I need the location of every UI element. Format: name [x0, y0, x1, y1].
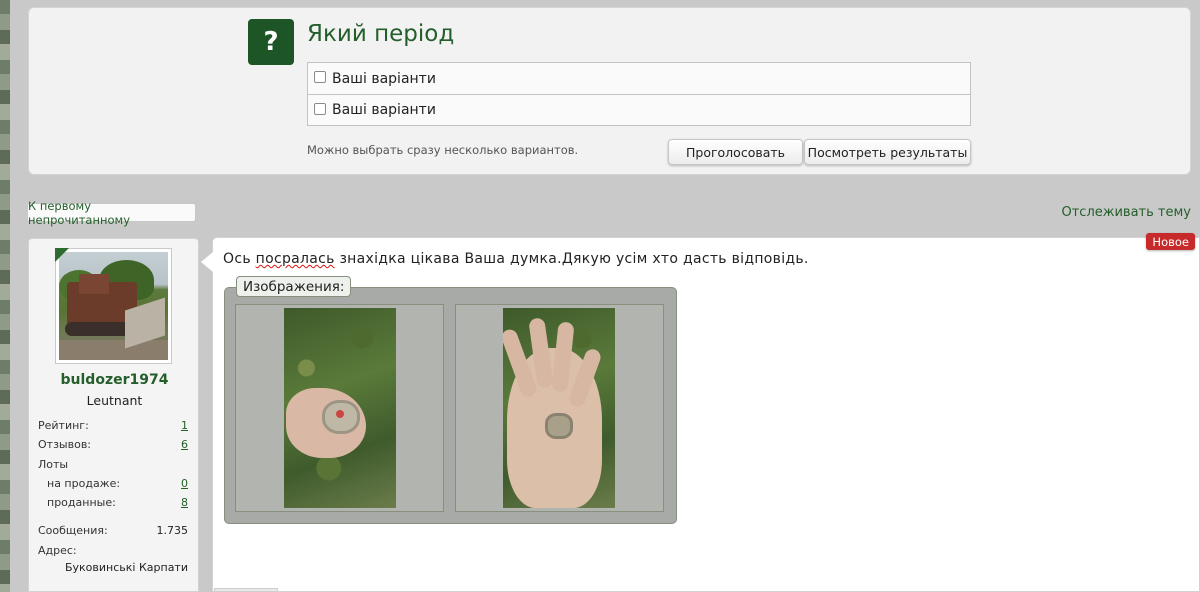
reviews-value[interactable]: 6 [181, 438, 188, 451]
poll-panel: ? Який період Ваші варіанти Ваші варіант… [28, 7, 1191, 175]
first-unread-link[interactable]: К первому непрочитанному [27, 199, 196, 227]
reviews-label: Отзывов: [38, 438, 92, 451]
post-footer-edge [214, 588, 278, 592]
poll-options: Ваші варіанти Ваші варіанти [307, 62, 971, 126]
address-value: Буковинські Карпати [64, 561, 188, 574]
avatar[interactable] [55, 248, 172, 364]
address-label: Адрес: [38, 544, 77, 557]
user-info-panel: buldozer1974 Leutnant Рейтинг: 1 Отзывов… [28, 238, 199, 592]
rating-label: Рейтинг: [38, 419, 89, 432]
attachments-legend: Изображения: [236, 276, 352, 297]
for-sale-value[interactable]: 0 [181, 477, 188, 490]
misspelled-word: посралась [255, 251, 335, 267]
checkbox[interactable] [314, 102, 326, 115]
messages-value: 1.735 [156, 524, 189, 537]
lots-label: Лоты [38, 458, 69, 471]
ring-photo-1 [284, 308, 396, 508]
avatar-image [59, 252, 168, 360]
poll-option-label: Ваші варіанти [332, 70, 436, 87]
poll-option-label: Ваші варіанти [332, 102, 436, 118]
view-results-button[interactable]: Посмотреть результаты [804, 139, 971, 165]
checkbox[interactable] [314, 71, 326, 83]
messages-label: Сообщения: [38, 524, 108, 537]
attachment-thumbnail[interactable] [455, 304, 664, 512]
attachment-thumbnail[interactable] [235, 304, 444, 512]
background-strip [0, 0, 10, 592]
user-rank: Leutnant [86, 393, 143, 408]
vote-button[interactable]: Проголосовать [668, 139, 803, 165]
online-indicator-icon [55, 248, 69, 262]
watch-thread-link[interactable]: Отслеживать тему [1062, 205, 1192, 220]
ring-photo-2 [503, 308, 615, 508]
username[interactable]: buldozer1974 [29, 372, 200, 388]
sold-label: проданные: [47, 496, 116, 509]
post-text-rest: знахідка цікава Ваша думка.Дякую усім хт… [334, 251, 809, 267]
post-text-start: Ось [223, 251, 256, 267]
post-arrow [201, 252, 213, 272]
for-sale-label: на продаже: [47, 477, 121, 490]
poll-title: Який період [307, 21, 455, 47]
rating-value[interactable]: 1 [181, 419, 188, 432]
poll-option-2[interactable]: Ваші варіанти [308, 94, 970, 125]
poll-option-1[interactable]: Ваші варіанти [308, 63, 970, 94]
post-text: Ось посралась знахідка цікава Ваша думка… [223, 251, 809, 267]
sold-value[interactable]: 8 [181, 496, 188, 509]
poll-hint: Можно выбрать сразу несколько вариантов. [307, 143, 579, 157]
question-icon: ? [248, 19, 294, 65]
new-badge: Новое [1146, 233, 1195, 250]
